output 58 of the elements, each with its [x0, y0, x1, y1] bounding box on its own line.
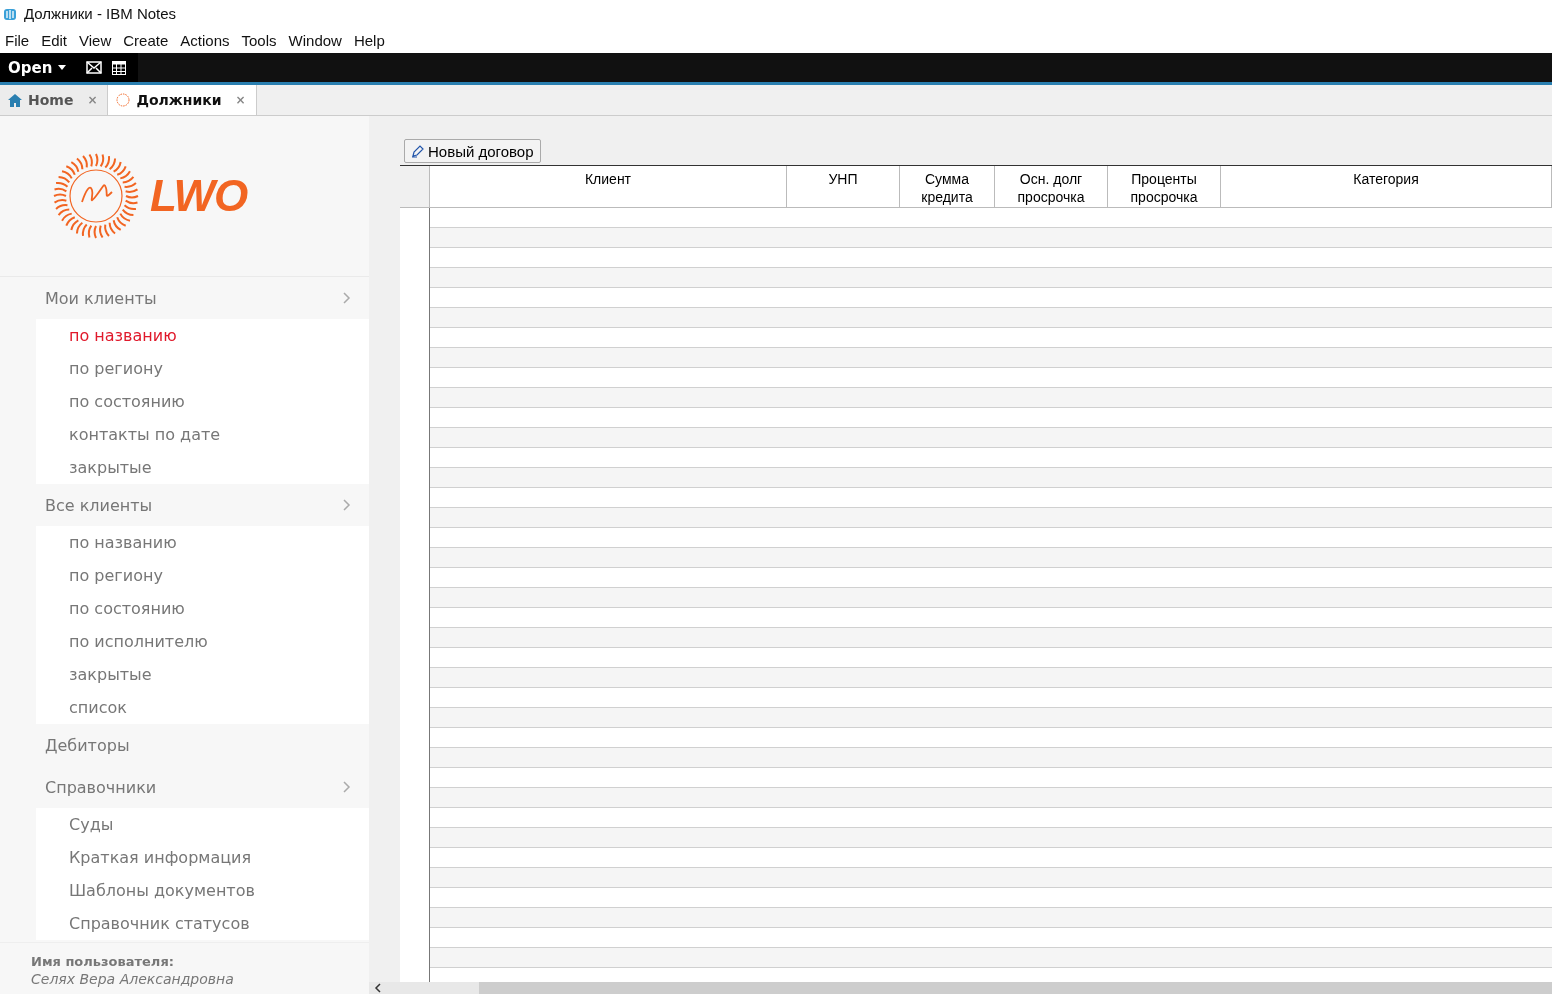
menu-item[interactable]: Window — [283, 31, 349, 49]
home-icon — [8, 93, 22, 107]
pen-icon — [411, 144, 424, 158]
nav-item[interactable]: закрытые — [36, 451, 369, 484]
user-name: Селях Вера Александровна — [31, 971, 235, 987]
nav-group[interactable]: Все клиенты — [0, 484, 369, 526]
window-title: Должники - IBM Notes — [24, 5, 177, 22]
column-header[interactable]: Сумма кредита — [900, 166, 995, 207]
nav-item[interactable]: контакты по дате — [36, 418, 369, 451]
chevron-right-icon — [343, 499, 351, 511]
column-header[interactable]: Категория — [1221, 166, 1552, 207]
calendar-icon[interactable] — [112, 60, 127, 75]
sun-emblem-icon — [52, 152, 140, 240]
nav-item[interactable]: Справочник статусов — [36, 907, 369, 940]
menu-item[interactable]: File — [0, 31, 37, 49]
nav-group[interactable]: Мои клиенты — [0, 277, 369, 319]
tab[interactable]: Должники × — [108, 85, 257, 115]
group-label: Мои клиенты — [45, 288, 157, 308]
close-icon[interactable]: × — [87, 93, 98, 107]
nav-item[interactable]: по названию — [36, 526, 369, 559]
nav-item[interactable]: список — [36, 691, 369, 724]
nav-item[interactable]: по региону — [36, 559, 369, 592]
menu-item[interactable]: Create — [118, 31, 176, 49]
chevron-right-icon — [343, 292, 351, 304]
nav-item[interactable]: Шаблоны документов — [36, 874, 369, 907]
logo-text: LWO — [150, 171, 248, 221]
user-label: Имя пользователя: — [31, 954, 175, 969]
nav-item[interactable]: Краткая информация — [36, 841, 369, 874]
close-icon[interactable]: × — [235, 93, 246, 107]
group-label: Все клиенты — [45, 495, 153, 515]
nav-item[interactable]: Суды — [36, 808, 369, 841]
nav-item[interactable]: по названию — [36, 319, 369, 352]
caret-icon — [58, 65, 67, 70]
horizontal-scrollbar[interactable] — [369, 982, 1552, 994]
nav-item[interactable]: закрытые — [36, 658, 369, 691]
mail-icon[interactable] — [86, 61, 103, 74]
nav-item[interactable]: по состоянию — [36, 385, 369, 418]
group-label: Справочники — [45, 777, 157, 797]
menu-item[interactable]: Actions — [175, 31, 237, 49]
menu-item[interactable]: Help — [348, 31, 392, 49]
nav-item[interactable]: по исполнителю — [36, 625, 369, 658]
chevron-right-icon — [343, 781, 351, 793]
nav-group[interactable]: Справочники — [0, 766, 369, 808]
column-header[interactable]: Клиент — [430, 166, 787, 207]
nav-item[interactable]: по состоянию — [36, 592, 369, 625]
column-header[interactable]: УНП — [787, 166, 900, 207]
column-header[interactable]: Осн. долг просрочка — [995, 166, 1108, 207]
new-contract-button[interactable]: Новый договор — [404, 139, 541, 163]
nav-item[interactable]: по региону — [36, 352, 369, 385]
menu-item[interactable]: Tools — [236, 31, 284, 49]
menu-item[interactable]: Edit — [36, 31, 75, 49]
app-logo-icon — [116, 93, 131, 107]
menu-item[interactable]: View — [74, 31, 119, 49]
tab[interactable]: Home × — [0, 85, 109, 115]
group-label: Дебиторы — [45, 735, 130, 755]
nav-group[interactable]: Дебиторы — [0, 724, 369, 766]
scroll-left-icon[interactable] — [373, 983, 383, 993]
column-header[interactable]: Проценты просрочка — [1108, 166, 1221, 207]
